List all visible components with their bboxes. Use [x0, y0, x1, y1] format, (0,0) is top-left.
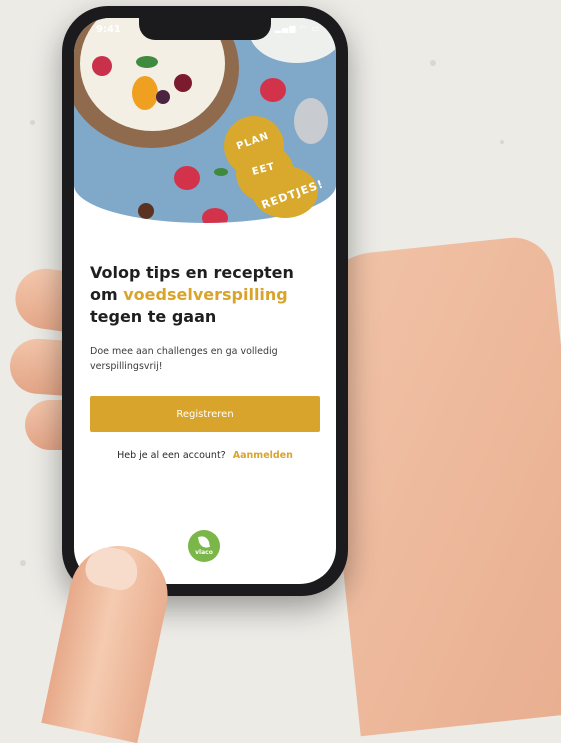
leaf-icon — [198, 535, 210, 549]
paper-texture-dot — [30, 120, 35, 125]
holding-hand — [310, 233, 561, 737]
login-row: Heb je al een account? Aanmelden — [74, 450, 336, 461]
strawberry-image — [260, 78, 286, 102]
strawberry-image — [174, 166, 200, 190]
strawberry-image — [92, 56, 112, 76]
paper-texture-dot — [20, 560, 26, 566]
phone-screen: 9:41 ▂▄▆ ◠ ▭ PLAN EET REDTJES! Volop tip… — [74, 18, 336, 584]
mango-image — [132, 76, 158, 110]
status-time: 9:41 — [96, 24, 121, 35]
paper-texture-dot — [430, 60, 436, 66]
mint-leaf-image — [136, 56, 158, 68]
title-text-end: tegen te gaan — [90, 307, 217, 326]
vlaco-logo: vlaco — [188, 530, 220, 562]
page-title: Volop tips en recepten om voedselverspil… — [90, 262, 320, 328]
login-prompt: Heb je al een account? — [117, 450, 226, 461]
logo-text: vlaco — [195, 549, 213, 556]
blueberry-image — [156, 90, 170, 104]
cherry-image — [174, 74, 192, 92]
status-icons: ▂▄▆ ◠ ▭ — [274, 24, 320, 33]
star-anise-image — [138, 203, 154, 219]
phone-notch — [139, 18, 271, 40]
register-button[interactable]: Registreren — [90, 396, 320, 432]
plan-eet-redtjes-sticker: PLAN EET REDTJES! — [224, 116, 325, 218]
paper-texture-dot — [500, 140, 504, 144]
login-link[interactable]: Aanmelden — [233, 450, 293, 461]
title-accent-text: voedselverspilling — [123, 285, 288, 304]
page-subtitle: Doe mee aan challenges en ga volledig ve… — [90, 346, 278, 372]
